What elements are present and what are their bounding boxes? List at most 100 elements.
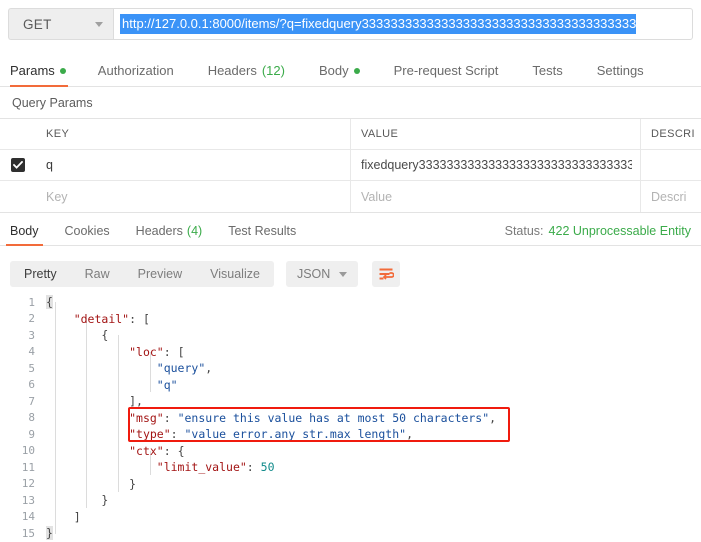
placeholder-key-cell[interactable]: Key: [36, 181, 351, 212]
line-number: 12: [0, 477, 46, 490]
header-cell-description: DESCRI: [641, 119, 701, 149]
tab-authorization[interactable]: Authorization: [96, 63, 188, 86]
line-number: 8: [0, 411, 46, 424]
url-input-value: http://127.0.0.1:8000/items/?q=fixedquer…: [120, 14, 636, 34]
code-line: 6 "q": [0, 377, 701, 394]
column-header-value: VALUE: [361, 128, 398, 140]
code-text: "q": [46, 377, 701, 394]
view-mode-raw-label: Raw: [85, 267, 110, 281]
column-header-key: KEY: [46, 128, 69, 140]
response-language-select[interactable]: JSON: [286, 261, 358, 287]
response-tab-cookies[interactable]: Cookies: [59, 224, 116, 245]
code-text: {: [46, 294, 701, 311]
tab-body-label: Body: [319, 63, 349, 78]
tab-settings-label: Settings: [597, 63, 644, 78]
code-line: 12 }: [0, 476, 701, 493]
tab-headers[interactable]: Headers (12): [206, 63, 299, 86]
code-line: 7 ],: [0, 393, 701, 410]
param-enabled-checkbox[interactable]: [11, 158, 25, 172]
view-mode-visualize-label: Visualize: [210, 267, 260, 281]
tab-headers-count: (12): [262, 63, 285, 78]
response-tab-body[interactable]: Body: [4, 224, 45, 245]
line-number: 15: [0, 527, 46, 540]
line-number: 6: [0, 378, 46, 391]
code-line: 11 "limit_value": 50: [0, 459, 701, 476]
code-text: "type": "value_error.any_str.max_length"…: [46, 426, 701, 443]
response-tab-test-results[interactable]: Test Results: [222, 224, 302, 245]
view-mode-preview[interactable]: Preview: [124, 261, 196, 287]
new-param-value-input: Value: [361, 190, 392, 204]
body-modified-dot-icon: [354, 68, 360, 74]
code-line: 4 "loc": [: [0, 344, 701, 361]
tab-body[interactable]: Body: [317, 63, 374, 86]
url-input[interactable]: http://127.0.0.1:8000/items/?q=fixedquer…: [113, 8, 693, 40]
params-modified-dot-icon: [60, 68, 66, 74]
header-cell-key: KEY: [36, 119, 351, 149]
tab-headers-label: Headers: [208, 63, 257, 78]
line-number: 11: [0, 461, 46, 474]
tab-pre-request-script-label: Pre-request Script: [394, 63, 499, 78]
param-key-input: q: [46, 158, 53, 172]
code-line: 5 "query",: [0, 360, 701, 377]
code-text: "ctx": {: [46, 443, 701, 460]
chevron-down-icon: [95, 22, 103, 27]
response-tab-headers-count: (4): [187, 224, 202, 238]
view-mode-visualize[interactable]: Visualize: [196, 261, 274, 287]
row-value-cell[interactable]: fixedquery333333333333333333333333333333…: [351, 150, 641, 180]
view-mode-raw[interactable]: Raw: [71, 261, 124, 287]
code-line: 9 "type": "value_error.any_str.max_lengt…: [0, 426, 701, 443]
tab-authorization-label: Authorization: [98, 63, 174, 78]
new-param-key-input: Key: [46, 190, 68, 204]
placeholder-checkbox-cell: [0, 181, 36, 212]
line-number: 7: [0, 395, 46, 408]
response-tab-headers[interactable]: Headers (4): [130, 224, 209, 245]
code-text: "query",: [46, 360, 701, 377]
response-view-mode-group: Pretty Raw Preview Visualize: [10, 261, 274, 287]
code-line: 10 "ctx": {: [0, 443, 701, 460]
view-mode-pretty[interactable]: Pretty: [10, 261, 71, 287]
code-line: 14 ]: [0, 509, 701, 526]
http-method-label: GET: [23, 17, 52, 32]
placeholder-value-cell[interactable]: Value: [351, 181, 641, 212]
tab-tests-label: Tests: [532, 63, 562, 78]
tab-settings[interactable]: Settings: [595, 63, 658, 86]
row-key-cell[interactable]: q: [36, 150, 351, 180]
response-tab-test-results-label: Test Results: [228, 224, 296, 238]
line-number: 3: [0, 329, 46, 342]
tab-tests[interactable]: Tests: [530, 63, 576, 86]
row-description-cell[interactable]: [641, 150, 701, 180]
tab-pre-request-script[interactable]: Pre-request Script: [392, 63, 513, 86]
line-number: 13: [0, 494, 46, 507]
tab-params[interactable]: Params: [10, 63, 80, 86]
column-header-description: DESCRI: [651, 128, 695, 140]
tab-params-label: Params: [10, 63, 55, 78]
request-tab-bar: Params Authorization Headers (12) Body P…: [0, 55, 701, 87]
param-value-input: fixedquery333333333333333333333333333333…: [361, 158, 632, 172]
placeholder-description-cell[interactable]: Descri: [641, 181, 701, 212]
chevron-down-icon: [339, 272, 347, 277]
http-method-select[interactable]: GET: [8, 8, 113, 40]
response-tab-body-label: Body: [10, 224, 39, 238]
table-row-placeholder[interactable]: Key Value Descri: [0, 181, 701, 212]
word-wrap-toggle[interactable]: [372, 261, 400, 287]
json-code-lines: 1{2 "detail": [3 {4 "loc": [5 "query",6 …: [0, 294, 701, 542]
table-row[interactable]: q fixedquery3333333333333333333333333333…: [0, 150, 701, 181]
view-mode-preview-label: Preview: [138, 267, 182, 281]
response-language-label: JSON: [297, 267, 330, 281]
line-number: 2: [0, 312, 46, 325]
new-param-description-input: Descri: [651, 190, 686, 204]
code-text: "detail": [: [46, 311, 701, 328]
query-params-title: Query Params: [12, 96, 93, 110]
line-number: 1: [0, 296, 46, 309]
code-text: ],: [46, 393, 701, 410]
code-line: 8 "msg": "ensure this value has at most …: [0, 410, 701, 427]
response-tab-cookies-label: Cookies: [65, 224, 110, 238]
code-line: 1{: [0, 294, 701, 311]
response-body-json-viewer[interactable]: 1{2 "detail": [3 {4 "loc": [5 "query",6 …: [0, 294, 701, 542]
line-number: 14: [0, 510, 46, 523]
table-header-row: KEY VALUE DESCRI: [0, 119, 701, 150]
code-text: {: [46, 327, 701, 344]
line-number: 10: [0, 444, 46, 457]
code-text: ]: [46, 509, 701, 526]
code-line: 13 }: [0, 492, 701, 509]
